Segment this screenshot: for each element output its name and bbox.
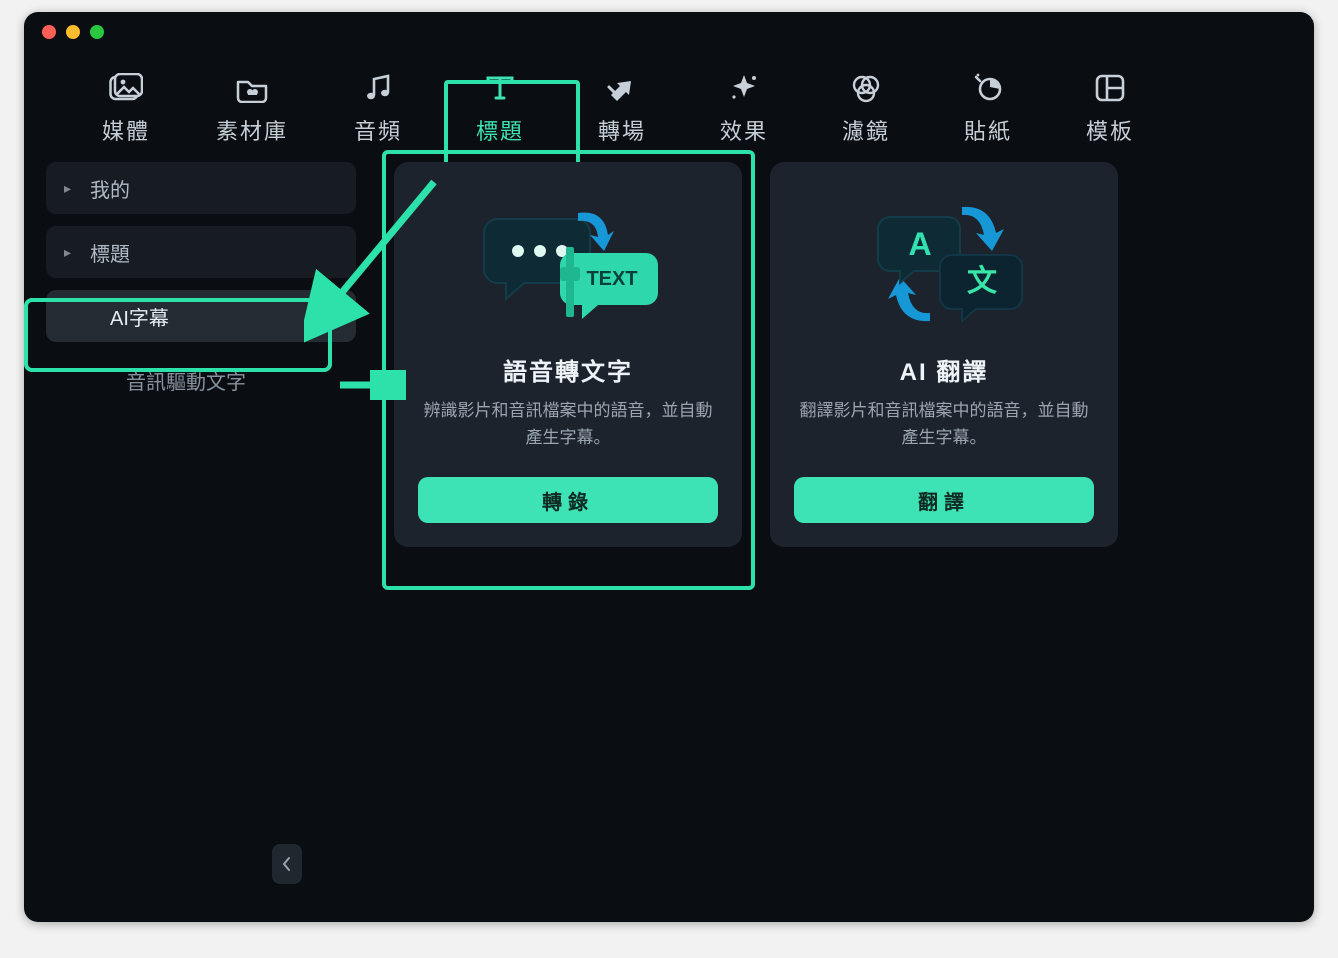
window-zoom-icon[interactable]	[90, 25, 104, 39]
sidebar: ▸ 我的 ▸ 標題 AI字幕 音訊驅動文字	[24, 152, 374, 892]
sidebar-item-audio-driven[interactable]: 音訊驅動文字	[46, 354, 356, 406]
sidebar-item-mine[interactable]: ▸ 我的	[46, 162, 356, 214]
text-t-icon	[480, 72, 520, 104]
svg-text:A: A	[908, 226, 931, 262]
tab-label: 音頻	[354, 114, 402, 146]
card-desc: 翻譯影片和音訊檔案中的語音，並自動產生字幕。	[794, 397, 1094, 451]
window-title-bar	[24, 12, 1314, 52]
app-window: 媒體 素材庫 音頻	[24, 12, 1314, 922]
caret-right-icon: ▸	[64, 180, 78, 197]
filter-venn-icon	[846, 72, 886, 104]
tab-label: 效果	[720, 114, 768, 146]
sidebar-item-label: AI字幕	[110, 302, 169, 331]
folder-cloud-icon	[232, 72, 272, 104]
caret-right-icon: ▸	[64, 244, 78, 261]
window-close-icon[interactable]	[42, 25, 56, 39]
card-desc: 辨識影片和音訊檔案中的語音，並自動產生字幕。	[418, 397, 718, 451]
transition-icon	[602, 72, 642, 104]
svg-text:文: 文	[967, 264, 997, 298]
tab-stock[interactable]: 素材庫	[216, 72, 288, 146]
tab-effect[interactable]: 效果	[712, 72, 776, 146]
tab-label: 模板	[1086, 114, 1134, 146]
card-title: AI 翻譯	[900, 352, 989, 387]
card-title: 語音轉文字	[503, 352, 633, 387]
layout-icon	[1090, 72, 1130, 104]
translate-button[interactable]: 翻譯	[794, 477, 1094, 523]
tab-label: 標題	[476, 114, 524, 146]
tab-sticker[interactable]: 貼紙	[956, 72, 1020, 146]
tab-label: 素材庫	[216, 114, 288, 146]
sidebar-item-ai-subtitle[interactable]: AI字幕	[46, 290, 356, 342]
tab-media[interactable]: 媒體	[94, 72, 158, 146]
tab-template[interactable]: 模板	[1078, 72, 1142, 146]
stt-illustration-icon: TEXT	[418, 184, 718, 344]
top-tabstrip: 媒體 素材庫 音頻	[24, 52, 1314, 152]
tab-transition[interactable]: 轉場	[590, 72, 654, 146]
sidebar-item-label: 我的	[90, 174, 130, 203]
main-body: ▸ 我的 ▸ 標題 AI字幕 音訊驅動文字	[24, 152, 1314, 892]
card-speech-to-text: TEXT 語音轉文字 辨識影片和音訊檔案中的語音，並自動產生字幕。 轉錄	[394, 162, 742, 547]
sidebar-item-label: 音訊驅動文字	[126, 366, 246, 395]
tab-label: 貼紙	[964, 114, 1012, 146]
music-note-icon	[358, 72, 398, 104]
tab-label: 媒體	[102, 114, 150, 146]
svg-text:TEXT: TEXT	[586, 268, 637, 290]
window-minimize-icon[interactable]	[66, 25, 80, 39]
sidebar-item-titles[interactable]: ▸ 標題	[46, 226, 356, 278]
tab-title[interactable]: 標題	[468, 72, 532, 146]
tab-audio[interactable]: 音頻	[346, 72, 410, 146]
sidebar-item-label: 標題	[90, 238, 130, 267]
tab-filter[interactable]: 濾鏡	[834, 72, 898, 146]
tab-label: 轉場	[598, 114, 646, 146]
sparkle-icon	[724, 72, 764, 104]
media-icon	[106, 72, 146, 104]
transcribe-button[interactable]: 轉錄	[418, 477, 718, 523]
sidebar-collapse-button[interactable]	[272, 844, 302, 884]
translate-illustration-icon: A 文	[794, 184, 1094, 344]
content-area: TEXT 語音轉文字 辨識影片和音訊檔案中的語音，並自動產生字幕。 轉錄	[374, 152, 1314, 892]
tab-label: 濾鏡	[842, 114, 890, 146]
sticker-wand-icon	[968, 72, 1008, 104]
card-ai-translate: A 文 AI 翻譯 翻譯影片和音訊檔案中的語音，並自動產生字幕。 翻譯	[770, 162, 1118, 547]
chevron-left-icon	[282, 856, 292, 872]
